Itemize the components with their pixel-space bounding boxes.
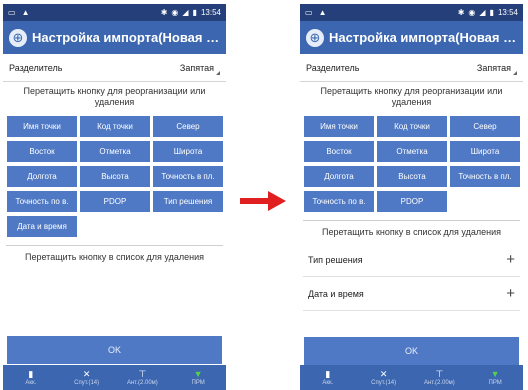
field-button[interactable]: Код точки: [377, 116, 447, 137]
battery-status-icon: ▮: [489, 8, 494, 17]
page-title: Настройка импорта(Новая ра...: [329, 30, 517, 45]
field-button[interactable]: Имя точки: [7, 116, 77, 137]
field-button[interactable]: Долгота: [304, 166, 374, 187]
field-button[interactable]: Точность по в.: [304, 191, 374, 212]
clock: 13:54: [497, 8, 518, 17]
field-button[interactable]: Точность в пл.: [153, 166, 223, 187]
page-title: Настройка импорта(Новая ра...: [32, 30, 220, 45]
battery-status-icon: ▮: [192, 8, 197, 17]
battery-icon: ▮: [28, 369, 34, 379]
globe-icon[interactable]: ⊕: [9, 28, 27, 47]
field-button[interactable]: Широта: [450, 141, 520, 162]
wifi-icon: ▼: [490, 369, 500, 379]
field-button[interactable]: Отметка: [377, 141, 447, 162]
field-button[interactable]: Точность по в.: [7, 191, 77, 212]
notification-icon: ▭: [305, 8, 313, 17]
globe-icon[interactable]: ⊕: [306, 28, 324, 47]
add-back-icon[interactable]: +: [506, 251, 515, 268]
warning-icon: ▲: [21, 8, 30, 17]
delete-hint: Перетащить кнопку в список для удаления: [25, 252, 204, 262]
removed-field-label: Дата и время: [308, 288, 364, 299]
field-button[interactable]: Долгота: [7, 166, 77, 187]
field-button[interactable]: PDOP: [377, 191, 447, 212]
bottom-item-battery[interactable]: ▮ Акк.: [300, 365, 356, 390]
field-grid: Имя точки Код точки Север Восток Отметка…: [300, 112, 523, 216]
field-button[interactable]: Дата и время: [7, 216, 77, 237]
title-bar: ⊕ Настройка импорта(Новая ра...: [3, 21, 226, 54]
status-bar: ▭ ▲ ✱ ◉ ◢ ▮ 13:54: [300, 4, 523, 21]
field-button[interactable]: Отметка: [80, 141, 150, 162]
bluetooth-icon: ✱: [457, 8, 465, 17]
warning-icon: ▲: [318, 8, 327, 17]
bottom-item-satellites[interactable]: ✕ Спут.(14): [356, 365, 412, 390]
bottom-item-satellites[interactable]: ✕ Спут.(14): [59, 365, 115, 390]
removed-field-label: Тип решения: [308, 254, 363, 265]
satellite-icon: ✕: [82, 369, 91, 379]
reorder-hint: Перетащить кнопку для реорганизации или …: [320, 86, 503, 107]
location-icon: ◉: [468, 8, 476, 17]
field-button[interactable]: Восток: [304, 141, 374, 162]
field-button[interactable]: Тип решения: [153, 191, 223, 212]
reorder-hint: Перетащить кнопку для реорганизации или …: [23, 86, 206, 107]
bottom-item-battery[interactable]: ▮ Акк.: [3, 365, 59, 390]
delete-drop-zone[interactable]: Перетащить кнопку в список для удаления …: [303, 220, 520, 311]
ok-button[interactable]: OK: [304, 337, 519, 365]
transition-arrow-icon: [240, 191, 286, 211]
status-bar: ▭ ▲ ✱ ◉ ◢ ▮ 13:54: [3, 4, 226, 21]
antenna-icon: ⊤: [138, 369, 147, 379]
clock: 13:54: [200, 8, 221, 17]
field-button[interactable]: Точность в пл.: [450, 166, 520, 187]
satellite-icon: ✕: [379, 369, 388, 379]
field-button[interactable]: Высота: [80, 166, 150, 187]
battery-icon: ▮: [325, 369, 331, 379]
field-button[interactable]: Север: [153, 116, 223, 137]
ok-button[interactable]: OK: [7, 336, 222, 364]
delimiter-select[interactable]: Запятая: [180, 63, 221, 75]
delimiter-select[interactable]: Запятая: [477, 63, 518, 75]
delimiter-row[interactable]: Разделитель Запятая: [300, 54, 523, 82]
title-bar: ⊕ Настройка импорта(Новая ра...: [300, 21, 523, 54]
bottom-item-receiver[interactable]: ▼ ПРМ: [467, 365, 523, 390]
bottom-item-antenna[interactable]: ⊤ Ант.(2.00м): [412, 365, 468, 390]
field-button[interactable]: Имя точки: [304, 116, 374, 137]
notification-icon: ▭: [8, 8, 16, 17]
screen-before: ▭ ▲ ✱ ◉ ◢ ▮ 13:54 ⊕ Настройка импорта(Но…: [3, 4, 226, 390]
wifi-icon: ▼: [193, 369, 203, 379]
removed-field-row[interactable]: Дата и время +: [303, 277, 520, 311]
delimiter-row[interactable]: Разделитель Запятая: [3, 54, 226, 82]
field-button[interactable]: Код точки: [80, 116, 150, 137]
field-button[interactable]: Высота: [377, 166, 447, 187]
signal-icon: ◢: [479, 8, 486, 17]
location-icon: ◉: [171, 8, 179, 17]
add-back-icon[interactable]: +: [506, 285, 515, 302]
field-button[interactable]: Восток: [7, 141, 77, 162]
bottom-bar: ▮ Акк. ✕ Спут.(14) ⊤ Ант.(2.00м) ▼ ПРМ: [300, 365, 523, 390]
removed-field-row[interactable]: Тип решения +: [303, 243, 520, 277]
delimiter-label: Разделитель: [9, 62, 63, 73]
bottom-item-receiver[interactable]: ▼ ПРМ: [170, 365, 226, 390]
delimiter-label: Разделитель: [306, 62, 360, 73]
field-button[interactable]: Север: [450, 116, 520, 137]
bottom-bar: ▮ Акк. ✕ Спут.(14) ⊤ Ант.(2.00м) ▼ ПРМ: [3, 365, 226, 390]
signal-icon: ◢: [182, 8, 189, 17]
delete-hint: Перетащить кнопку в список для удаления: [322, 227, 501, 237]
screen-after: ▭ ▲ ✱ ◉ ◢ ▮ 13:54 ⊕ Настройка импорта(Но…: [300, 4, 523, 390]
delete-drop-zone[interactable]: Перетащить кнопку в список для удаления: [6, 245, 223, 268]
field-grid: Имя точки Код точки Север Восток Отметка…: [3, 112, 226, 241]
field-button[interactable]: Широта: [153, 141, 223, 162]
field-button[interactable]: PDOP: [80, 191, 150, 212]
antenna-icon: ⊤: [435, 369, 444, 379]
bluetooth-icon: ✱: [160, 8, 168, 17]
bottom-item-antenna[interactable]: ⊤ Ант.(2.00м): [115, 365, 171, 390]
